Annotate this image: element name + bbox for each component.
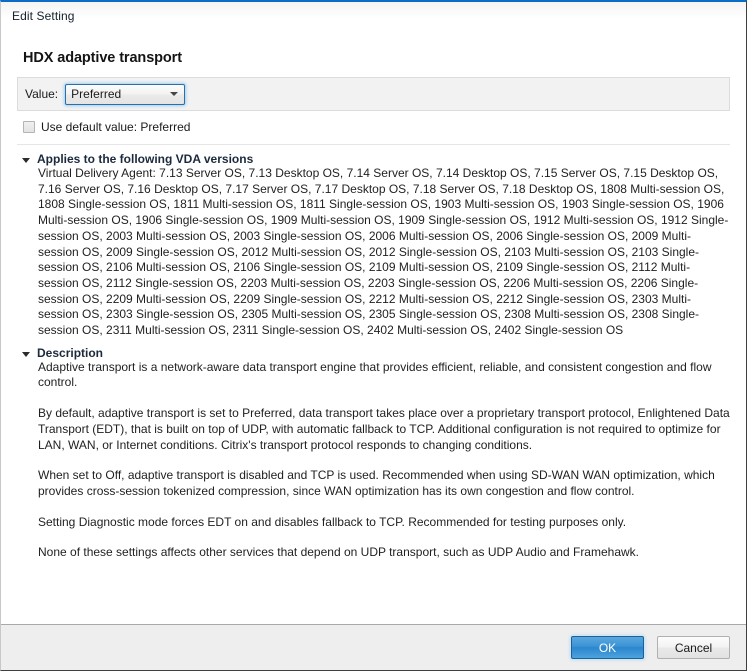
description-header[interactable]: Description	[17, 346, 730, 360]
use-default-value-row[interactable]: Use default value: Preferred	[23, 119, 730, 135]
vda-versions-header[interactable]: Applies to the following VDA versions	[17, 152, 730, 166]
title-bar: Edit Setting	[1, 2, 746, 30]
vda-versions-section: Applies to the following VDA versions Vi…	[17, 152, 730, 339]
vda-versions-text: Virtual Delivery Agent: 7.13 Server OS, …	[38, 166, 730, 339]
description-paragraph: None of these settings affects other ser…	[38, 545, 730, 561]
description-paragraph: When set to Off, adaptive transport is d…	[38, 468, 730, 499]
edit-setting-dialog: Edit Setting HDX adaptive transport Valu…	[0, 0, 747, 671]
value-dropdown-selected: Preferred	[71, 85, 170, 104]
section-divider	[17, 144, 730, 145]
expander-down-icon[interactable]	[22, 352, 30, 357]
description-paragraph: Setting Diagnostic mode forces EDT on an…	[38, 515, 730, 531]
vda-versions-title: Applies to the following VDA versions	[37, 152, 253, 166]
use-default-value-checkbox[interactable]	[23, 121, 35, 133]
value-dropdown[interactable]: Preferred	[65, 84, 185, 105]
dialog-content: HDX adaptive transport Value: Preferred …	[1, 30, 746, 624]
ok-button[interactable]: OK	[571, 636, 644, 659]
description-section: Description Adaptive transport is a netw…	[17, 346, 730, 561]
cancel-button[interactable]: Cancel	[657, 636, 730, 659]
description-paragraph: By default, adaptive transport is set to…	[38, 406, 730, 453]
dialog-footer: OK Cancel	[1, 624, 746, 670]
use-default-value-label: Use default value: Preferred	[41, 120, 190, 134]
page-title: HDX adaptive transport	[23, 50, 730, 66]
description-paragraph: Adaptive transport is a network-aware da…	[38, 360, 730, 391]
chevron-down-icon	[170, 92, 178, 96]
window-title: Edit Setting	[12, 9, 75, 23]
description-title: Description	[37, 346, 103, 360]
value-label: Value:	[25, 87, 58, 101]
description-body: Adaptive transport is a network-aware da…	[38, 360, 730, 561]
vda-versions-body: Virtual Delivery Agent: 7.13 Server OS, …	[38, 166, 730, 339]
value-panel: Value: Preferred	[17, 77, 730, 111]
expander-down-icon[interactable]	[22, 158, 30, 163]
